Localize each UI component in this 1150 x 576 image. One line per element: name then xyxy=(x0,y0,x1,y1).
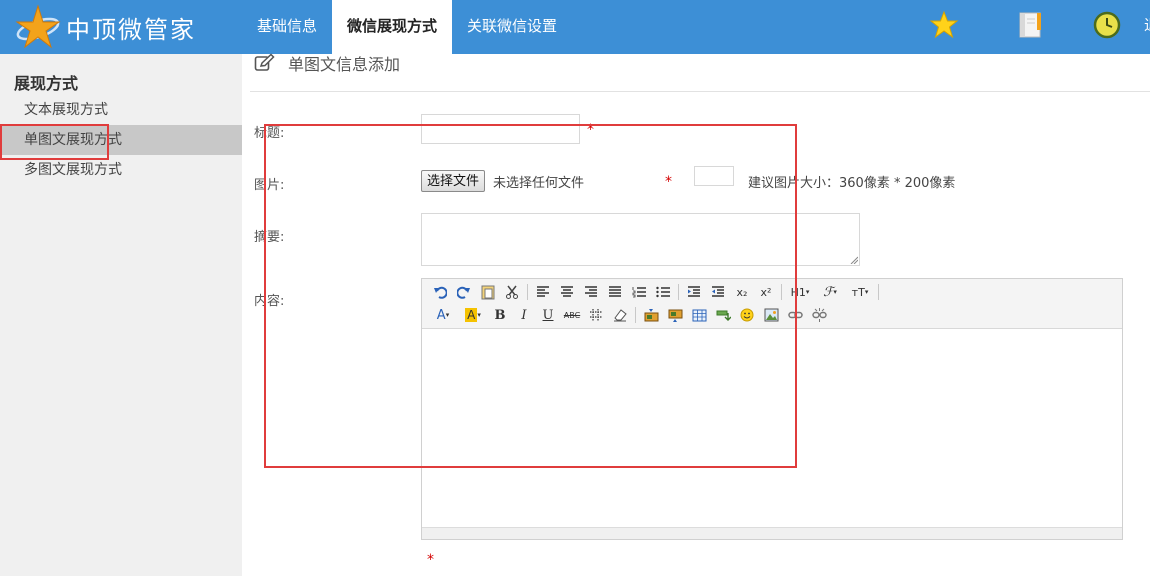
undo-icon[interactable] xyxy=(430,282,450,302)
nav-basic-info[interactable]: 基础信息 xyxy=(242,0,332,54)
border-icon[interactable] xyxy=(586,305,606,325)
brand-name: 中顶微管家 xyxy=(66,15,196,44)
app-logo[interactable]: 中顶微管家 xyxy=(14,2,196,52)
sidebar: 展现方式 文本展现方式 单图文展现方式 多图文展现方式 xyxy=(0,54,242,576)
heading-select-label: H1 xyxy=(790,285,806,299)
title-required-mark: * xyxy=(587,122,594,138)
toolbar-separator xyxy=(678,284,679,300)
chevron-down-icon: ▾ xyxy=(477,311,481,319)
sidebar-item-text[interactable]: 文本展现方式 xyxy=(0,95,242,125)
image-icon[interactable] xyxy=(761,305,781,325)
toolbar-separator xyxy=(635,307,636,323)
nav-wechat-display[interactable]: 微信展现方式 xyxy=(332,0,453,54)
summary-label: 摘要: xyxy=(254,230,285,245)
outdent-icon[interactable] xyxy=(708,282,728,302)
toolbar-row-2: A ▾ A ▾ B I U ABC xyxy=(430,304,833,326)
content-required-mark: * xyxy=(427,552,434,568)
logo-star-icon xyxy=(14,3,62,51)
table-icon[interactable] xyxy=(689,305,709,325)
toolbar-separator xyxy=(878,284,879,300)
superscript-icon[interactable]: x² xyxy=(756,282,776,302)
link-icon[interactable] xyxy=(785,305,805,325)
star-icon[interactable] xyxy=(929,10,959,40)
insert-image-above-icon[interactable] xyxy=(641,305,661,325)
editor-toolbar: x₂ x² H1 ▾ ℱ ▾ тT ▾ A ▾ A ▾ B I U ABC xyxy=(422,279,1122,329)
eraser-icon[interactable] xyxy=(610,305,630,325)
title-input[interactable] xyxy=(421,114,580,144)
paste-icon[interactable] xyxy=(478,282,498,302)
align-left-icon[interactable] xyxy=(533,282,553,302)
indent-icon[interactable] xyxy=(684,282,704,302)
edit-icon xyxy=(254,53,275,71)
redo-icon[interactable] xyxy=(454,282,474,302)
font-color-label: A xyxy=(436,307,446,323)
font-size-select-label: тT xyxy=(851,285,865,299)
italic-button[interactable]: I xyxy=(514,305,534,325)
image-required-mark: * xyxy=(665,174,672,190)
rich-text-editor: x₂ x² H1 ▾ ℱ ▾ тT ▾ A ▾ A ▾ B I U ABC xyxy=(421,278,1123,540)
font-size-select[interactable]: тT ▾ xyxy=(847,282,873,302)
bg-color-label: A xyxy=(465,308,478,322)
align-right-icon[interactable] xyxy=(581,282,601,302)
notebook-icon[interactable] xyxy=(1016,10,1046,40)
editor-status-bar xyxy=(422,527,1122,539)
choose-file-button[interactable]: 选择文件 xyxy=(421,170,486,192)
page-title-text: 单图文信息添加 xyxy=(288,55,401,74)
nav-linked-wechat[interactable]: 关联微信设置 xyxy=(452,0,572,54)
sidebar-title: 展现方式 xyxy=(14,74,79,93)
bg-color-button[interactable]: A ▾ xyxy=(460,305,486,325)
sidebar-item-single-image[interactable]: 单图文展现方式 xyxy=(0,125,242,155)
insert-row-icon[interactable] xyxy=(713,305,733,325)
clock-icon[interactable] xyxy=(1092,10,1122,40)
image-preview-box xyxy=(694,166,734,186)
unordered-list-icon[interactable] xyxy=(653,282,673,302)
font-family-icon[interactable]: ℱ ▾ xyxy=(817,282,843,302)
summary-textarea[interactable] xyxy=(421,213,860,266)
underline-button[interactable]: U xyxy=(538,305,558,325)
strikethrough-button[interactable]: ABC xyxy=(562,305,582,325)
cut-icon[interactable] xyxy=(502,282,522,302)
unlink-icon[interactable] xyxy=(809,305,829,325)
subscript-icon[interactable]: x₂ xyxy=(732,282,752,302)
heading-select[interactable]: H1 ▾ xyxy=(787,282,813,302)
main-nav: 基础信息 微信展现方式 关联微信设置 xyxy=(242,0,572,54)
align-justify-icon[interactable] xyxy=(605,282,625,302)
emoji-icon[interactable] xyxy=(737,305,757,325)
top-cut-text[interactable]: 退 xyxy=(1144,14,1150,35)
chevron-down-icon: ▾ xyxy=(445,311,450,319)
image-size-hint: 建议图片大小：360像素 * 200像素 xyxy=(748,176,956,191)
toolbar-separator xyxy=(781,284,782,300)
toolbar-row-1: x₂ x² H1 ▾ ℱ ▾ тT ▾ xyxy=(430,281,884,303)
align-center-icon[interactable] xyxy=(557,282,577,302)
title-divider xyxy=(250,91,1150,92)
page-title: 单图文信息添加 xyxy=(254,50,400,76)
title-label: 标题: xyxy=(254,126,285,141)
editor-content-area[interactable] xyxy=(422,329,1122,527)
toolbar-separator xyxy=(527,284,528,300)
bold-button[interactable]: B xyxy=(490,305,510,325)
resize-handle-icon[interactable] xyxy=(850,256,858,264)
chevron-down-icon: ▾ xyxy=(833,288,837,296)
font-color-button[interactable]: A ▾ xyxy=(430,305,456,325)
content-label: 内容: xyxy=(254,294,285,309)
top-bar: 中顶微管家 基础信息 微信展现方式 关联微信设置 退 xyxy=(0,0,1150,54)
sidebar-item-multi-image[interactable]: 多图文展现方式 xyxy=(0,155,242,185)
image-label: 图片: xyxy=(254,178,285,193)
no-file-text: 未选择任何文件 xyxy=(493,176,585,191)
insert-image-below-icon[interactable] xyxy=(665,305,685,325)
chevron-down-icon: ▾ xyxy=(805,288,810,296)
ordered-list-icon[interactable] xyxy=(629,282,649,302)
chevron-down-icon: ▾ xyxy=(864,288,869,296)
